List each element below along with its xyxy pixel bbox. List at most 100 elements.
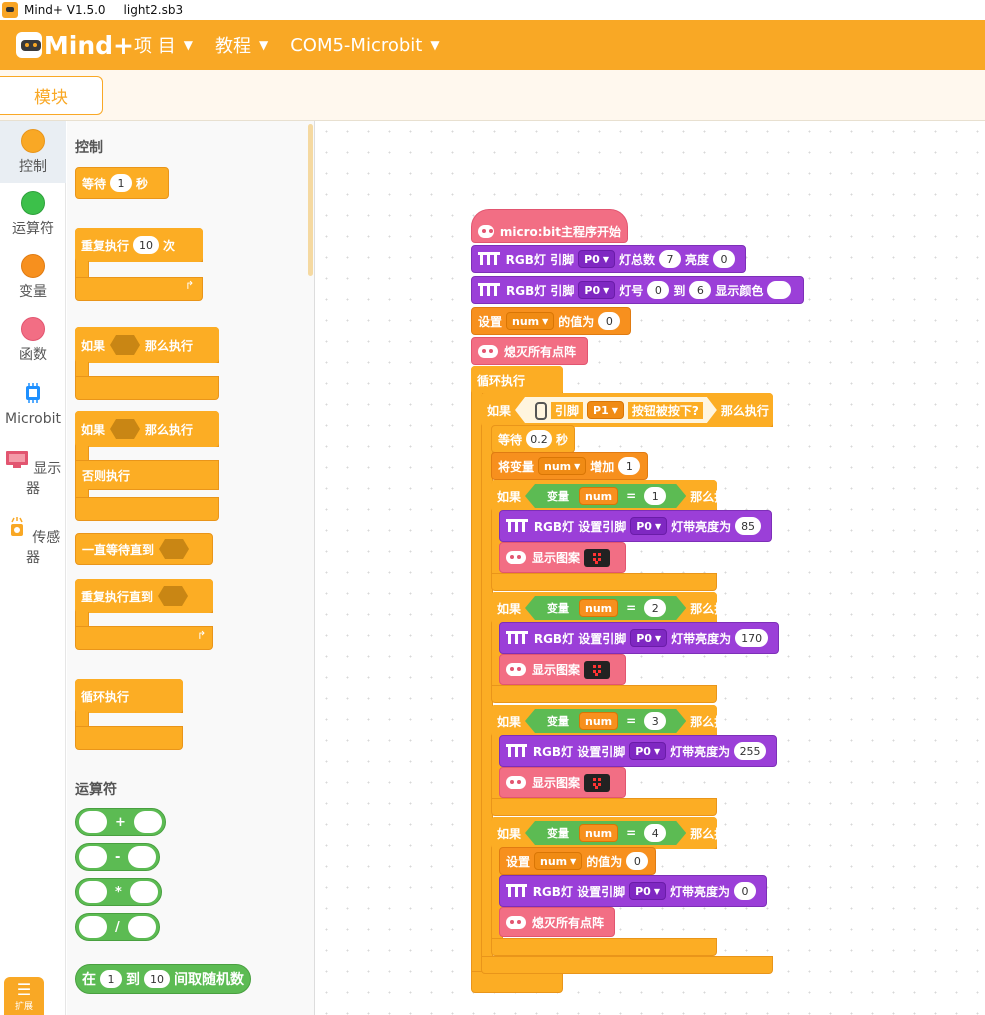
set-variable-block[interactable]: 设置 num ▼ 的值为 0 bbox=[499, 847, 656, 875]
pin-dropdown[interactable]: P0 ▼ bbox=[629, 882, 666, 900]
show-pattern-block[interactable]: 显示图案 bbox=[499, 767, 626, 798]
brightness-input[interactable]: 255 bbox=[734, 742, 766, 760]
palette-repeat-until-header[interactable]: 重复执行直到 bbox=[75, 579, 213, 613]
equals-condition[interactable]: 变量 num = 1 bbox=[525, 484, 686, 508]
clear-matrix-block[interactable]: 熄灭所有点阵 bbox=[471, 337, 588, 365]
rgb-brightness-block[interactable]: RGB灯 设置引脚 P0 ▼ 灯带亮度为 85 bbox=[499, 510, 772, 542]
category-sensors[interactable]: 传感器 bbox=[0, 514, 66, 567]
operand-slot[interactable] bbox=[133, 811, 162, 833]
compare-value-input[interactable]: 3 bbox=[644, 712, 666, 730]
variable-dropdown[interactable]: num ▼ bbox=[534, 852, 583, 870]
color-picker-input[interactable] bbox=[767, 281, 792, 299]
rgb-color-block[interactable]: RGB灯 引脚 P0 ▼ 灯号 0 到 6 显示颜色 bbox=[471, 276, 804, 304]
compare-value-input[interactable]: 4 bbox=[644, 824, 666, 842]
variable-value-input[interactable]: 0 bbox=[598, 312, 621, 330]
if-num-2-header[interactable]: 如果 变量 num = 2 那么执行 bbox=[491, 592, 738, 624]
compare-value-input[interactable]: 2 bbox=[644, 599, 666, 617]
microbit-main-hat-block[interactable]: micro:bit主程序开始 bbox=[471, 209, 628, 243]
led-matrix-pattern-picker[interactable] bbox=[584, 660, 611, 679]
operand-slot[interactable] bbox=[79, 846, 107, 868]
pin-dropdown[interactable]: P1 ▼ bbox=[587, 401, 624, 419]
palette-random-block[interactable]: 在 1 到 10 间取随机数 bbox=[75, 964, 251, 994]
button-pressed-condition[interactable]: 引脚 P1 ▼ 按钮被按下? bbox=[515, 397, 717, 423]
led-from-input[interactable]: 0 bbox=[647, 281, 670, 299]
equals-condition[interactable]: 变量 num = 3 bbox=[525, 709, 686, 733]
forever-header[interactable]: 循环执行 bbox=[471, 366, 563, 394]
if-num-1-header[interactable]: 如果 变量 num = 1 那么执行 bbox=[491, 480, 738, 512]
led-count-input[interactable]: 7 bbox=[658, 250, 681, 268]
palette-add-block[interactable]: + bbox=[75, 808, 166, 836]
increment-input[interactable]: 1 bbox=[618, 457, 641, 475]
repeat-count-input[interactable]: 10 bbox=[133, 236, 160, 254]
equals-condition[interactable]: 变量 num = 4 bbox=[525, 821, 686, 845]
brightness-input[interactable]: 0 bbox=[713, 250, 735, 268]
category-microbit[interactable]: Microbit bbox=[0, 381, 66, 427]
category-variables[interactable]: 变量 bbox=[0, 254, 66, 301]
wait-block[interactable]: 等待 0.2 秒 bbox=[491, 425, 575, 453]
variable-reporter[interactable]: num bbox=[579, 599, 618, 617]
condition-slot[interactable] bbox=[110, 419, 141, 439]
equals-condition[interactable]: 变量 num = 2 bbox=[525, 596, 686, 620]
operand-slot[interactable] bbox=[79, 811, 107, 833]
variable-reporter[interactable]: num bbox=[579, 824, 618, 842]
led-matrix-pattern-picker[interactable] bbox=[584, 548, 611, 567]
menu-project[interactable]: 项 目 ▼ bbox=[134, 32, 193, 58]
palette-repeat-header[interactable]: 重复执行 10 次 bbox=[75, 228, 203, 262]
pin-dropdown[interactable]: P0 ▼ bbox=[630, 629, 668, 647]
category-functions[interactable]: 函数 bbox=[0, 317, 66, 364]
extensions-button[interactable]: ☰ 扩展 bbox=[4, 977, 44, 1015]
led-matrix-pattern-picker[interactable] bbox=[584, 773, 611, 792]
palette-scrollbar[interactable] bbox=[308, 124, 313, 276]
category-display[interactable]: 显示器 bbox=[0, 447, 66, 498]
compare-value-input[interactable]: 1 bbox=[644, 487, 666, 505]
rgb-brightness-block[interactable]: RGB灯 设置引脚 P0 ▼ 灯带亮度为 0 bbox=[499, 875, 767, 907]
pin-dropdown[interactable]: P0 ▼ bbox=[578, 281, 616, 299]
palette-if-header[interactable]: 如果 那么执行 bbox=[75, 327, 219, 363]
palette-divide-block[interactable]: / bbox=[75, 913, 160, 941]
set-variable-block[interactable]: 设置 num ▼ 的值为 0 bbox=[471, 307, 631, 335]
mindplus-logo[interactable]: Mind+ bbox=[16, 31, 134, 60]
menu-tutorial[interactable]: 教程 ▼ bbox=[215, 32, 268, 58]
clear-matrix-block[interactable]: 熄灭所有点阵 bbox=[499, 907, 615, 937]
show-pattern-block[interactable]: 显示图案 bbox=[499, 542, 626, 573]
condition-slot[interactable] bbox=[110, 335, 141, 355]
led-to-input[interactable]: 6 bbox=[689, 281, 712, 299]
condition-slot[interactable] bbox=[158, 586, 189, 606]
condition-slot[interactable] bbox=[159, 539, 190, 559]
random-min-input[interactable]: 1 bbox=[100, 970, 122, 988]
show-pattern-block[interactable]: 显示图案 bbox=[499, 654, 626, 685]
palette-subtract-block[interactable]: - bbox=[75, 843, 161, 871]
palette-if-else-header[interactable]: 如果 那么执行 bbox=[75, 411, 219, 447]
operand-slot[interactable] bbox=[128, 846, 157, 868]
rgb-init-block[interactable]: RGB灯 引脚 P0 ▼ 灯总数 7 亮度 0 bbox=[471, 245, 746, 273]
wait-seconds-input[interactable]: 1 bbox=[110, 174, 133, 192]
operand-slot[interactable] bbox=[127, 916, 156, 938]
script-workspace[interactable]: micro:bit主程序开始 RGB灯 引脚 P0 ▼ 灯总数 7 亮度 0 RG… bbox=[316, 121, 985, 1015]
menu-connection[interactable]: COM5-Microbit ▼ bbox=[290, 35, 439, 56]
if-num-3-header[interactable]: 如果 变量 num = 3 那么执行 bbox=[491, 705, 738, 737]
rgb-brightness-block[interactable]: RGB灯 设置引脚 P0 ▼ 灯带亮度为 255 bbox=[499, 735, 777, 767]
variable-dropdown[interactable]: num ▼ bbox=[506, 312, 555, 330]
brightness-input[interactable]: 0 bbox=[734, 882, 756, 900]
category-operators[interactable]: 运算符 bbox=[0, 191, 66, 238]
palette-forever-header[interactable]: 循环执行 bbox=[75, 679, 183, 713]
brightness-input[interactable]: 85 bbox=[735, 517, 761, 535]
operand-slot[interactable] bbox=[79, 881, 107, 903]
pin-dropdown[interactable]: P0 ▼ bbox=[629, 742, 667, 760]
rgb-brightness-block[interactable]: RGB灯 设置引脚 P0 ▼ 灯带亮度为 170 bbox=[499, 622, 779, 654]
palette-wait-block[interactable]: 等待 1 秒 bbox=[75, 167, 169, 199]
if-button-header[interactable]: 如果 引脚 P1 ▼ 按钮被按下? 那么执行 bbox=[481, 393, 773, 427]
palette-multiply-block[interactable]: * bbox=[75, 878, 162, 906]
operand-slot[interactable] bbox=[129, 881, 158, 903]
brightness-input[interactable]: 170 bbox=[735, 629, 768, 647]
change-variable-block[interactable]: 将变量 num ▼ 增加 1 bbox=[491, 452, 648, 480]
pin-dropdown[interactable]: P0 ▼ bbox=[630, 517, 668, 535]
wait-seconds-input[interactable]: 0.2 bbox=[526, 430, 552, 448]
category-control[interactable]: 控制 bbox=[0, 121, 66, 183]
if-num-4-header[interactable]: 如果 变量 num = 4 那么执行 bbox=[491, 817, 738, 849]
variable-reporter[interactable]: num bbox=[579, 487, 618, 505]
variable-reporter[interactable]: num bbox=[579, 712, 618, 730]
random-max-input[interactable]: 10 bbox=[144, 970, 170, 988]
operand-slot[interactable] bbox=[79, 916, 107, 938]
variable-value-input[interactable]: 0 bbox=[626, 852, 649, 870]
